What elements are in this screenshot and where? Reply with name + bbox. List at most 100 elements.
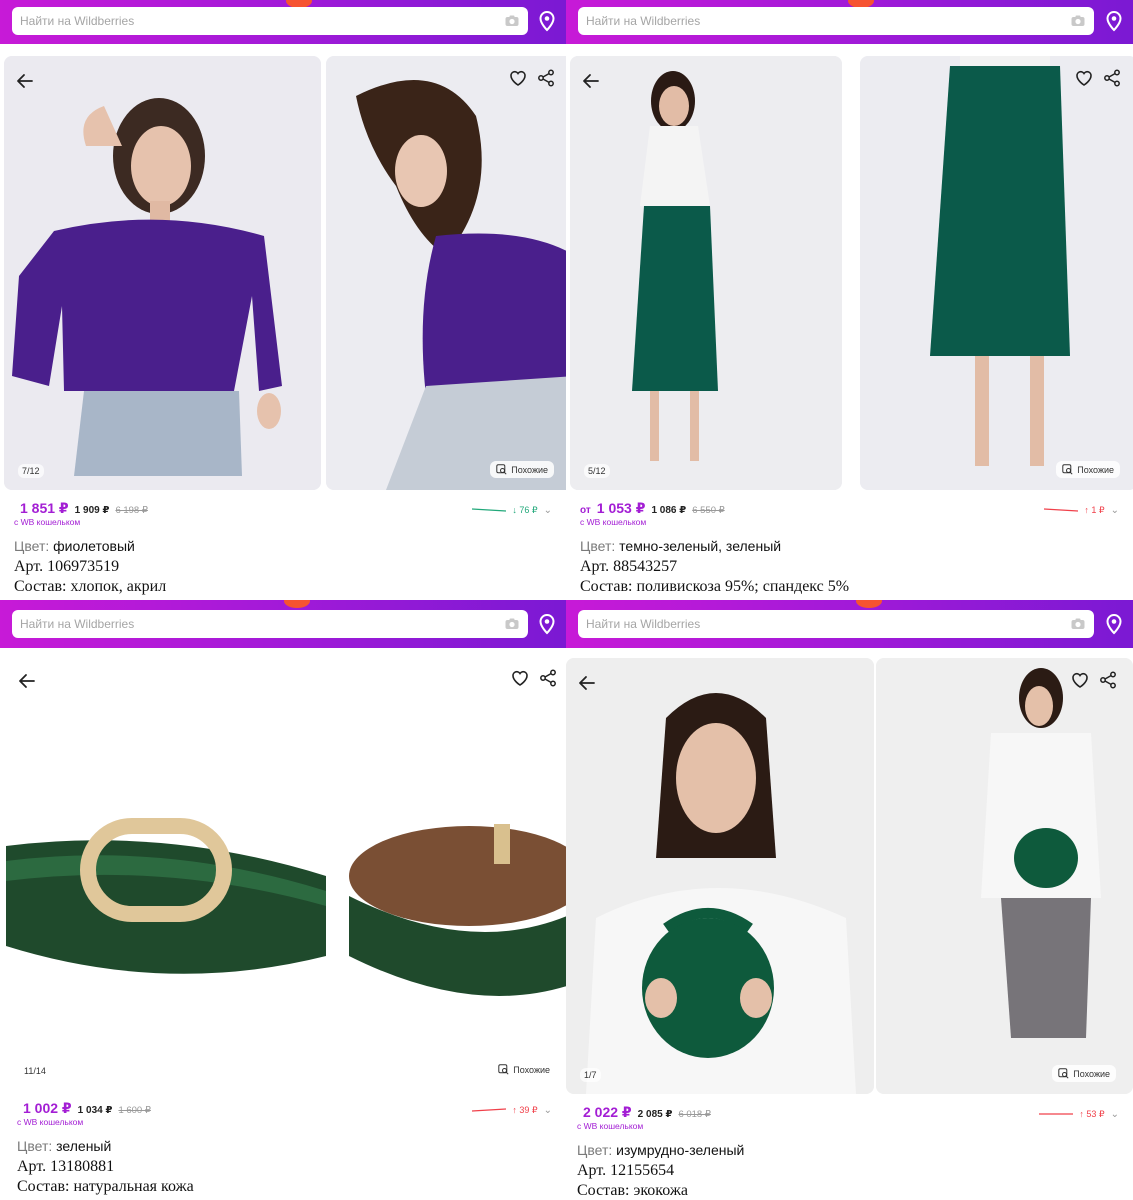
- location-pin-icon[interactable]: [536, 10, 558, 32]
- product-photo-main: [4, 56, 321, 490]
- article-number: Арт. 13180881: [17, 1158, 115, 1175]
- composition: Состав: натуральная кожа: [17, 1178, 194, 1195]
- similar-search-icon: [496, 464, 507, 475]
- photo-counter: 11/14: [20, 1064, 50, 1078]
- article-number: Арт. 106973519: [14, 558, 120, 575]
- wallet-note: с WB кошельком: [577, 1121, 644, 1131]
- search-input[interactable]: Найти на Wildberries: [12, 7, 528, 35]
- product-photo-main: [6, 656, 326, 1090]
- current-price: 1 086 ₽: [651, 505, 687, 516]
- location-pin-icon[interactable]: [1103, 613, 1125, 635]
- search-input[interactable]: Найти на Wildberries: [578, 610, 1094, 638]
- similar-label: Похожие: [1073, 1068, 1110, 1079]
- price-delta: ↑ 53 ₽: [1079, 1108, 1105, 1119]
- location-pin-icon[interactable]: [1103, 10, 1125, 32]
- similar-search-icon: [1058, 1068, 1069, 1079]
- product-gallery[interactable]: 5/12 Похожие: [570, 56, 1133, 490]
- product-gallery[interactable]: 11/14 Похожие: [6, 656, 566, 1090]
- back-arrow-icon[interactable]: [16, 670, 38, 692]
- price-sparkline: [472, 508, 507, 512]
- product-card-sweater: Найти на Wildberries 7/12 Похожие 1 851 …: [0, 0, 566, 600]
- search-placeholder: Найти на Wildberries: [20, 617, 135, 631]
- composition: Состав: поливискоза 95%; спандекс 5%: [580, 578, 850, 595]
- search-placeholder: Найти на Wildberries: [20, 14, 135, 28]
- favorite-heart-icon[interactable]: [508, 68, 528, 88]
- share-icon[interactable]: [538, 668, 558, 688]
- product-details: Цвет: зеленый Арт. 13180881 Состав: нату…: [17, 1138, 560, 1198]
- chevron-down-icon: ⌄: [1110, 504, 1119, 516]
- product-details: Цвет: изумрудно-зеленый Арт. 12155654 Со…: [577, 1142, 1127, 1200]
- similar-button[interactable]: Похожие: [1056, 461, 1120, 478]
- color-line: Цвет: фиолетовый: [14, 538, 560, 558]
- search-placeholder: Найти на Wildberries: [586, 14, 701, 28]
- header-bar: Найти на Wildberries: [0, 0, 566, 44]
- product-gallery[interactable]: 7/12 Похожие: [4, 56, 566, 490]
- product-photo-second: [329, 656, 566, 1090]
- composition: Состав: экокожа: [577, 1182, 689, 1199]
- old-price: 6 198 ₽: [115, 505, 148, 516]
- product-gallery[interactable]: 1/7 Похожие: [566, 658, 1133, 1094]
- wallet-note: с WB кошельком: [14, 517, 81, 527]
- wallet-price: 1 002 ₽: [23, 1100, 72, 1116]
- price-sparkline: [1044, 508, 1079, 512]
- similar-button[interactable]: Похожие: [490, 461, 554, 478]
- chevron-down-icon: ⌄: [543, 504, 552, 516]
- back-arrow-icon[interactable]: [14, 70, 36, 92]
- price-history-toggle[interactable]: ↑ 39 ₽ ⌄: [472, 1105, 552, 1116]
- product-photo-main: [570, 56, 842, 490]
- color-key: Цвет:: [577, 1142, 613, 1158]
- price-sparkline: [1039, 1113, 1074, 1115]
- favorite-heart-icon[interactable]: [510, 668, 530, 688]
- old-price: 1 600 ₽: [118, 1105, 151, 1116]
- share-icon[interactable]: [1098, 670, 1118, 690]
- photo-counter: 7/12: [18, 464, 44, 478]
- price-delta: ↑ 39 ₽: [512, 1104, 538, 1115]
- header-bar: Найти на Wildberries: [566, 0, 1133, 44]
- current-price: 2 085 ₽: [637, 1109, 673, 1120]
- price-row: от 1 053 ₽ 1 086 ₽ 6 550 ₽ ↑ 1 ₽ ⌄: [580, 500, 1119, 516]
- location-pin-icon[interactable]: [536, 613, 558, 635]
- wallet-price: 1 851 ₽: [20, 500, 69, 516]
- search-input[interactable]: Найти на Wildberries: [12, 610, 528, 638]
- camera-icon[interactable]: [504, 13, 520, 29]
- price-history-toggle[interactable]: ↑ 1 ₽ ⌄: [1044, 505, 1119, 516]
- share-icon[interactable]: [1102, 68, 1122, 88]
- product-details: Цвет: темно-зеленый, зеленый Арт. 885432…: [580, 538, 1127, 598]
- product-card-bag: Найти на Wildberries 1/7 Похожие 2 022 ₽…: [566, 600, 1133, 1200]
- favorite-heart-icon[interactable]: [1070, 670, 1090, 690]
- old-price: 6 018 ₽: [678, 1109, 711, 1120]
- camera-icon[interactable]: [504, 616, 520, 632]
- price-sparkline: [472, 1108, 507, 1112]
- color-key: Цвет:: [14, 538, 50, 554]
- article-number: Арт. 12155654: [577, 1162, 675, 1179]
- color-value: темно-зеленый, зеленый: [619, 538, 782, 554]
- product-photo-main: [566, 658, 874, 1094]
- article-number: Арт. 88543257: [580, 558, 678, 575]
- price-delta: ↓ 76 ₽: [512, 504, 538, 515]
- wallet-note: с WB кошельком: [17, 1117, 84, 1127]
- search-input[interactable]: Найти на Wildberries: [578, 7, 1094, 35]
- current-price: 1 909 ₽: [74, 505, 110, 516]
- similar-button[interactable]: Похожие: [1052, 1065, 1116, 1082]
- chevron-down-icon: ⌄: [1110, 1108, 1119, 1120]
- share-icon[interactable]: [536, 68, 556, 88]
- similar-label: Похожие: [513, 1064, 550, 1075]
- back-arrow-icon[interactable]: [576, 672, 598, 694]
- price-row: 1 851 ₽ 1 909 ₽ 6 198 ₽ ↓ 76 ₽ ⌄: [14, 500, 552, 516]
- header-bar: Найти на Wildberries: [0, 600, 566, 648]
- back-arrow-icon[interactable]: [580, 70, 602, 92]
- similar-button[interactable]: Похожие: [492, 1061, 556, 1078]
- old-price: 6 550 ₽: [692, 505, 725, 516]
- photo-counter: 1/7: [580, 1068, 601, 1082]
- favorite-heart-icon[interactable]: [1074, 68, 1094, 88]
- color-line: Цвет: зеленый: [17, 1138, 560, 1158]
- product-photo-second: [876, 658, 1133, 1094]
- photo-counter: 5/12: [584, 464, 610, 478]
- price-history-toggle[interactable]: ↑ 53 ₽ ⌄: [1039, 1109, 1119, 1120]
- similar-label: Похожие: [511, 464, 548, 475]
- price-history-toggle[interactable]: ↓ 76 ₽ ⌄: [472, 505, 552, 516]
- product-card-belt: Найти на Wildberries 11/14 Похожие 1 002…: [0, 600, 566, 1200]
- wallet-note: с WB кошельком: [580, 517, 647, 527]
- camera-icon[interactable]: [1070, 13, 1086, 29]
- camera-icon[interactable]: [1070, 616, 1086, 632]
